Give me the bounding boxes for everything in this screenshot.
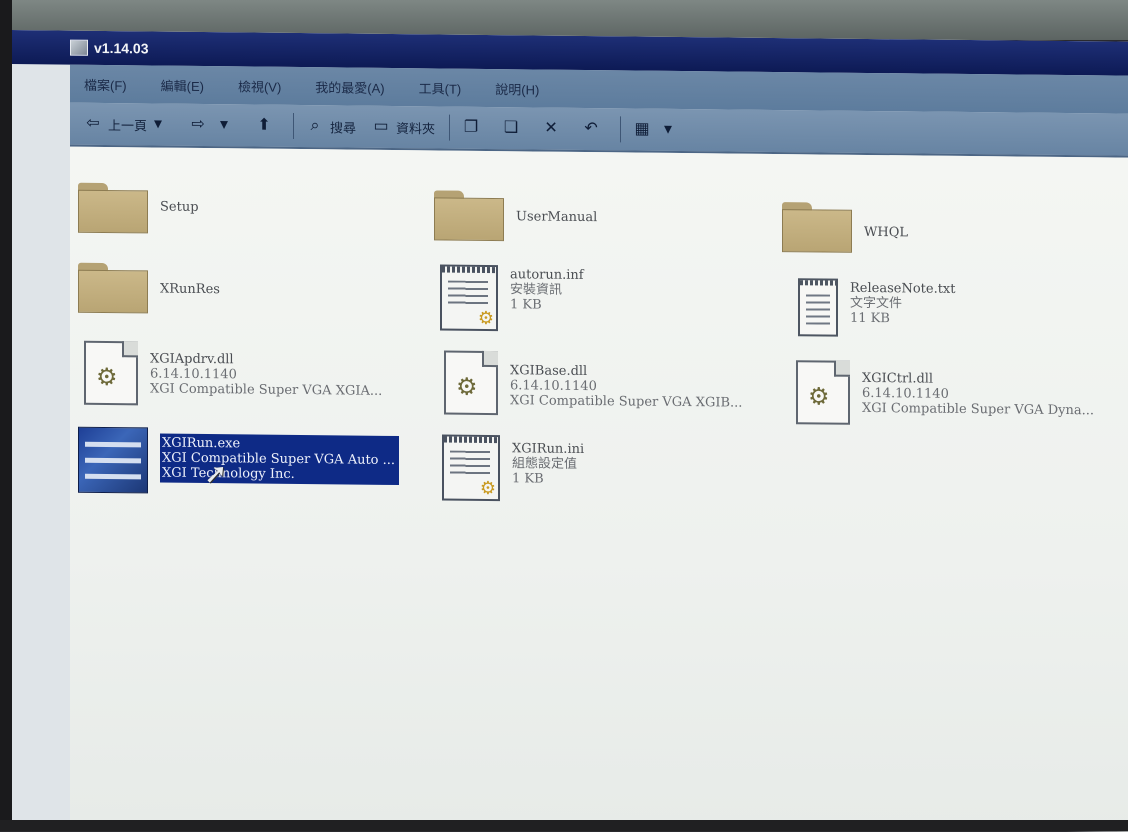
setup-info-icon: ⚙ — [440, 264, 498, 332]
text-document-icon — [798, 278, 838, 337]
mouse-pointer-icon: ➚ — [204, 457, 228, 490]
up-folder-button[interactable]: ⬆ — [253, 116, 279, 136]
up-folder-icon: ⬆ — [257, 116, 271, 134]
menu-help[interactable]: 說明(H) — [495, 79, 539, 98]
item-description: XGI Compatible Super VGA Dyna... — [862, 400, 1094, 419]
folder-icon — [782, 202, 852, 253]
folder-icon — [78, 262, 148, 314]
copy-to-icon: ❏ — [503, 119, 519, 137]
file-item[interactable]: ⚙ XGIBase.dll 6.14.10.1140 XGI Compatibl… — [444, 350, 743, 418]
delete-button[interactable]: ✕ — [540, 119, 566, 139]
file-item-selected[interactable]: XGIRun.exe XGI Compatible Super VGA Auto… — [78, 426, 400, 496]
item-type: 安裝資訊 — [510, 282, 563, 298]
chevron-down-icon: ▾ — [220, 116, 229, 134]
folder-icon — [434, 190, 504, 242]
dll-file-icon: ⚙ — [444, 350, 498, 416]
toolbar-divider — [293, 112, 295, 139]
views-icon: ▦ — [634, 120, 650, 138]
folder-item[interactable]: UserManual — [434, 190, 597, 242]
item-size: 1 KB — [510, 297, 542, 313]
file-item[interactable]: ReleaseNote.txt 文字文件 11 KB — [798, 278, 955, 338]
folder-item[interactable]: Setup — [78, 182, 199, 234]
chevron-down-icon: ▾ — [664, 120, 673, 138]
menu-view[interactable]: 檢視(V) — [238, 76, 281, 95]
move-to-button[interactable]: ❐ — [460, 118, 486, 138]
monitor-bezel-bottom — [0, 820, 1128, 831]
menu-file[interactable]: 檔案(F) — [84, 74, 127, 93]
toolbar-divider — [449, 114, 451, 141]
folder-window-icon — [70, 39, 88, 56]
undo-button[interactable]: ↶ — [580, 119, 606, 139]
search-icon: ⌕ — [310, 117, 320, 135]
chevron-down-icon: ▾ — [154, 115, 163, 133]
file-item[interactable]: ⚙ XGIApdrv.dll 6.14.10.1140 XGI Compatib… — [84, 340, 383, 408]
file-item[interactable]: ⚙ XGIRun.ini 組態設定值 1 KB — [442, 434, 585, 502]
item-type: 文字文件 — [850, 295, 903, 312]
file-list-pane: Setup UserManual WHQL XRunRes ⚙ autorun.… — [70, 146, 1128, 832]
item-type: 組態設定值 — [512, 456, 578, 472]
monitor-bezel — [0, 0, 12, 831]
move-to-icon: ❐ — [463, 118, 479, 136]
undo-icon: ↶ — [584, 119, 598, 138]
folder-item[interactable]: WHQL — [782, 202, 908, 253]
item-size: 11 KB — [850, 310, 890, 327]
explorer-window: v1.14.03 檔案(F) 編輯(E) 檢視(V) 我的最愛(A) 工具(T)… — [12, 30, 1128, 832]
item-name: UserManual — [516, 209, 598, 226]
dll-file-icon: ⚙ — [796, 360, 850, 425]
item-name: WHQL — [864, 224, 908, 241]
item-description: XGI Compatible Super VGA XGIA... — [150, 381, 383, 399]
application-icon — [78, 426, 148, 494]
config-settings-icon: ⚙ — [442, 434, 500, 502]
copy-to-button[interactable]: ❏ — [500, 118, 526, 138]
window-title: v1.14.03 — [94, 39, 149, 57]
item-company: XGI Technology Inc. — [162, 465, 295, 482]
file-item[interactable]: ⚙ autorun.inf 安裝資訊 1 KB — [440, 264, 584, 332]
search-button[interactable]: ⌕ 搜尋 — [304, 116, 357, 137]
item-name: Setup — [160, 199, 199, 215]
folders-icon: ▭ — [373, 117, 389, 135]
item-name: XRunRes — [160, 281, 220, 298]
folders-label: 資料夾 — [396, 120, 436, 136]
delete-x-icon: ✕ — [544, 119, 558, 137]
folder-item[interactable]: XRunRes — [78, 262, 220, 314]
item-name: XGIRun.ini — [512, 441, 585, 457]
item-size: 1 KB — [512, 471, 544, 487]
item-name: ReleaseNote.txt — [850, 280, 956, 297]
folder-icon — [78, 182, 148, 234]
menu-tools[interactable]: 工具(T) — [419, 78, 462, 97]
search-label: 搜尋 — [330, 119, 357, 136]
views-button[interactable]: ▦ ▾ — [631, 119, 683, 140]
toolbar-divider — [620, 116, 622, 143]
forward-arrow-icon: ⇨ — [191, 115, 205, 134]
item-name: autorun.inf — [510, 267, 584, 283]
folders-button[interactable]: ▭ 資料夾 — [370, 117, 435, 138]
item-description: XGI Compatible Super VGA XGIB... — [510, 393, 743, 411]
menu-favorites[interactable]: 我的最愛(A) — [315, 77, 384, 97]
back-button[interactable]: ⇦ 上一頁 ▾ — [82, 114, 173, 135]
back-arrow-icon: ⇦ — [86, 114, 100, 132]
file-item[interactable]: ⚙ XGICtrl.dll 6.14.10.1140 XGI Compatibl… — [796, 360, 1094, 427]
dll-file-icon: ⚙ — [84, 340, 138, 406]
menu-edit[interactable]: 編輯(E) — [161, 75, 204, 94]
back-label: 上一頁 — [108, 117, 148, 133]
forward-button[interactable]: ⇨ ▾ — [187, 115, 239, 136]
